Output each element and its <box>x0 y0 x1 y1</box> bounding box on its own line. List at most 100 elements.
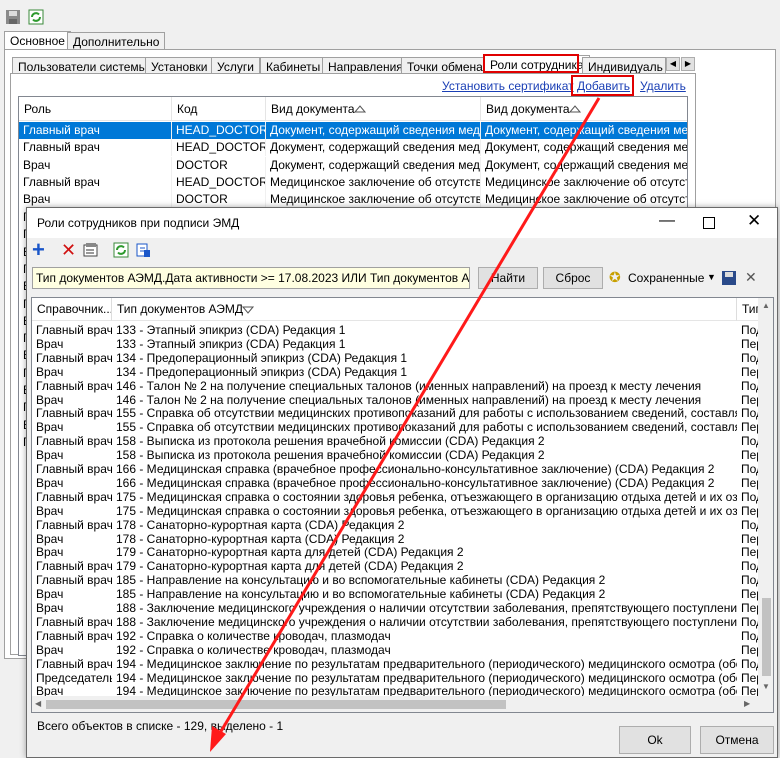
save-filter-icon[interactable] <box>721 270 737 286</box>
list-item[interactable]: Врач 179 - Санаторно-курортная карта для … <box>32 545 773 560</box>
table-cell: Документ, содержащий сведения мед... <box>266 156 481 174</box>
table-cell: Главный врач <box>36 489 112 504</box>
table-cell: 194 - Медицинское заключение по результа… <box>116 670 737 685</box>
table-cell: 188 - Заключение медицинского учреждения… <box>116 614 737 629</box>
list-item[interactable]: Врач 146 - Талон № 2 на получение специал… <box>32 392 773 407</box>
filter-input[interactable]: Тип документов АЭМД.Дата активности >= 1… <box>32 267 470 289</box>
scroll-up-icon[interactable]: ▲ <box>762 301 770 310</box>
list-item[interactable]: Главный врач 155 - Справка об отсутствии … <box>32 406 773 420</box>
table-row[interactable]: Главный врач HEAD_DOCTOR Медицинское заклю… <box>19 173 687 191</box>
saved-filters-dropdown[interactable]: Сохраненные <box>628 271 704 285</box>
list-item[interactable]: Главный врач 158 - Выписка из протокола р… <box>32 434 773 449</box>
list-item[interactable]: Врач 134 - Предоперационный эпикриз (CDA)… <box>32 364 773 379</box>
vertical-scrollbar[interactable]: ▲ ▼ <box>758 298 773 696</box>
table-cell: Главный врач <box>19 139 172 157</box>
properties-icon[interactable] <box>83 242 99 258</box>
table-cell: Документ, содержащий сведения меди... <box>481 157 687 174</box>
table-cell: 192 - Справка о количестве кроводач, пла… <box>116 642 391 657</box>
minimize-icon[interactable]: — <box>659 212 675 230</box>
vertical-scroll-thumb[interactable] <box>762 598 771 676</box>
table-cell: 178 - Санаторно-курортная карта (CDA) Ре… <box>116 531 405 546</box>
table-row[interactable]: Главный врач HEAD_DOCTOR Документ, содержа… <box>19 139 687 157</box>
list-item[interactable]: Врач 158 - Выписка из протокола решения в… <box>32 448 773 462</box>
table-cell: 185 - Направление на консультацию и во в… <box>116 587 606 602</box>
ok-button[interactable]: Ok <box>619 726 691 754</box>
reset-button[interactable]: Сброс <box>543 267 603 289</box>
list-item[interactable]: Главный врач 133 - Этапный эпикриз (CDA) … <box>32 323 773 337</box>
table-cell: HEAD_DOCTOR <box>172 173 266 191</box>
list-item[interactable]: Председатель 194 - Медицинское заключение… <box>32 670 773 685</box>
list-item[interactable]: Главный врач 188 - Заключение медицинског… <box>32 614 773 629</box>
add-icon[interactable]: + <box>32 239 45 261</box>
column-header-role[interactable]: Роль <box>19 97 172 121</box>
list-item[interactable]: Главный врач 134 - Предоперационный эпикр… <box>32 350 773 365</box>
table-cell: 146 - Талон № 2 на получение специальных… <box>116 392 702 407</box>
saved-filters-icon[interactable]: ✪ <box>609 269 621 286</box>
list-item[interactable]: Врач 166 - Медицинская справка (врачебное… <box>32 475 773 490</box>
list-item[interactable]: Главный врач 179 - Санаторно-курортная ка… <box>32 559 773 574</box>
list-item[interactable]: Главный врач 194 - Медицинское заключение… <box>32 656 773 671</box>
table-cell: Главный врач <box>36 559 112 574</box>
table-cell: Врач <box>36 475 64 490</box>
table-cell: 133 - Этапный эпикриз (CDA) Редакция 1 <box>116 323 346 337</box>
table-cell: 179 - Санаторно-курортная карта для дете… <box>116 559 464 574</box>
find-button[interactable]: Найти <box>478 267 538 289</box>
refresh-icon[interactable] <box>113 242 129 258</box>
list-item[interactable]: Главный врач 185 - Направление на консуль… <box>32 573 773 588</box>
table-row[interactable]: Врач DOCTOR Документ, содержащий сведения … <box>19 156 687 174</box>
table-cell: 134 - Предоперационный эпикриз (CDA) Ред… <box>116 364 408 379</box>
table-cell: 155 - Справка об отсутствии медицинских … <box>116 420 737 435</box>
refresh-icon[interactable] <box>28 9 44 25</box>
horizontal-scrollbar[interactable]: ◀ ▶ <box>32 696 773 712</box>
table-cell: 134 - Предоперационный эпикриз (CDA) Ред… <box>116 350 408 365</box>
table-cell: Медицинское заключение об отсутств... <box>266 173 481 191</box>
document-types-grid: Справочник... Тип документов АЭМД Тип Гл… <box>31 297 774 713</box>
scroll-left-icon[interactable]: ◀ <box>35 699 41 708</box>
list-item[interactable]: Врач 188 - Заключение медицинского учрежд… <box>32 601 773 615</box>
horizontal-scroll-thumb[interactable] <box>46 700 506 709</box>
list-item[interactable]: Врач 185 - Направление на консультацию и … <box>32 587 773 602</box>
table-cell: Главный врач <box>19 173 172 191</box>
list-item[interactable]: Врач 178 - Санаторно-курортная карта (CDA… <box>32 531 773 546</box>
table-cell: Главный врач <box>36 434 112 449</box>
table-cell: 179 - Санаторно-курортная карта для дете… <box>116 545 464 560</box>
list-item[interactable]: Главный врач 178 - Санаторно-курортная ка… <box>32 517 773 532</box>
maximize-icon[interactable] <box>703 217 715 229</box>
save-icon[interactable] <box>5 9 21 25</box>
list-item[interactable]: Главный врач 175 - Медицинская справка о … <box>32 489 773 504</box>
list-item[interactable]: Главный врач 146 - Талон № 2 на получение… <box>32 379 773 393</box>
column-header-code[interactable]: Код <box>172 97 266 121</box>
table-cell: Главный врач <box>36 628 112 643</box>
column-header-directory[interactable]: Справочник... <box>32 298 112 321</box>
column-header-doc-type-1[interactable]: Вид документа <box>266 97 481 121</box>
tab-main[interactable]: Основное <box>4 31 71 50</box>
delete-link[interactable]: Удалить <box>640 79 686 93</box>
table-row[interactable]: Главный врач HEAD_DOCTOR Документ, содержа… <box>19 122 687 139</box>
cancel-button[interactable]: Отмена <box>700 726 774 754</box>
column-header-aemd-doc-type[interactable]: Тип документов АЭМД <box>112 298 737 321</box>
list-item[interactable]: Врач 175 - Медицинская справка о состояни… <box>32 504 773 518</box>
chevron-down-icon[interactable]: ▼ <box>707 272 716 282</box>
column-header-doc-type-2[interactable]: Вид документа <box>481 97 687 121</box>
install-certificate-link[interactable]: Установить сертификат <box>442 79 574 93</box>
table-cell: Врач <box>36 545 64 560</box>
clear-filter-icon[interactable]: ✕ <box>745 269 757 286</box>
table-cell: Врач <box>36 531 64 546</box>
list-item[interactable]: Главный врач 192 - Справка о количестве к… <box>32 628 773 643</box>
sort-asc-icon <box>354 105 366 113</box>
delete-icon[interactable]: ✕ <box>61 241 76 259</box>
scroll-right-icon[interactable]: ▶ <box>744 699 750 708</box>
list-item[interactable]: Врач 155 - Справка об отсутствии медицинс… <box>32 420 773 435</box>
export-icon[interactable] <box>135 242 151 258</box>
table-cell: 194 - Медицинское заключение по результа… <box>116 656 737 671</box>
tab-scroll-left-button[interactable]: ◀ <box>666 57 680 71</box>
list-item[interactable]: Врач 192 - Справка о количестве кроводач,… <box>32 642 773 657</box>
scroll-down-icon[interactable]: ▼ <box>762 682 770 691</box>
tab-scroll-right-button[interactable]: ▶ <box>681 57 695 71</box>
table-row[interactable]: Врач DOCTOR Медицинское заключение об отсу… <box>19 191 687 209</box>
close-icon[interactable]: ✕ <box>747 211 761 231</box>
table-cell: 178 - Санаторно-курортная карта (CDA) Ре… <box>116 517 405 532</box>
list-item[interactable]: Врач 133 - Этапный эпикриз (CDA) Редакция… <box>32 337 773 351</box>
list-item[interactable]: Главный врач 166 - Медицинская справка (в… <box>32 462 773 476</box>
table-cell: Главный врач <box>36 573 112 588</box>
